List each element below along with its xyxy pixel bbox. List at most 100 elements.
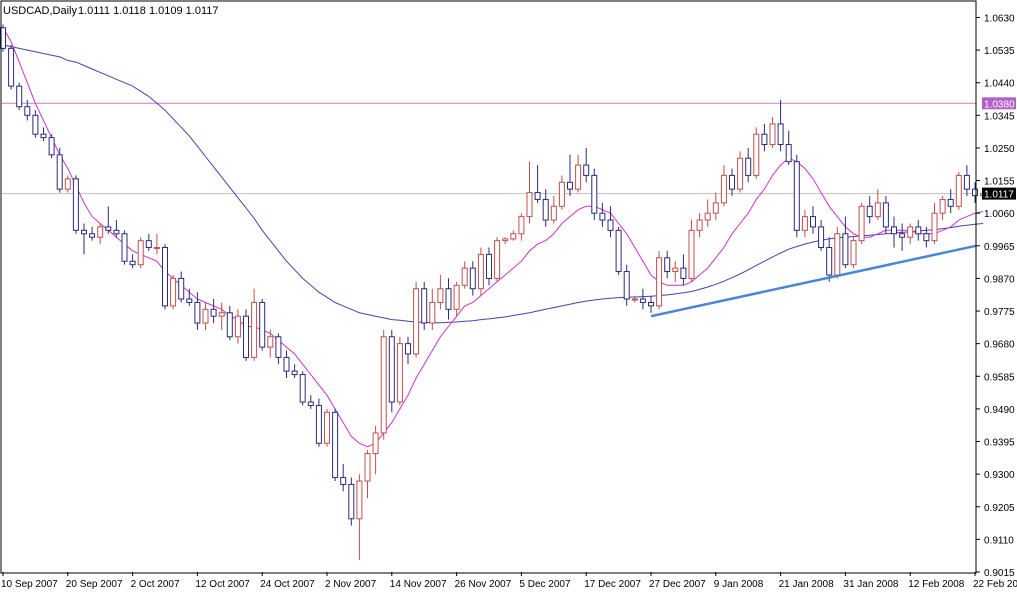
candle-body: [234, 315, 241, 338]
candle-body: [834, 233, 841, 276]
current-price-tag-label: 1.0117: [984, 190, 1014, 201]
candle-body: [243, 315, 249, 358]
candle[interactable]: [753, 127, 760, 179]
candle-body: [810, 216, 816, 228]
candle-body: [542, 198, 549, 221]
x-tick-label: 5 Dec 2007: [519, 579, 571, 590]
x-tick-label: 31 Jan 2008: [843, 579, 898, 590]
candle-body: [32, 114, 39, 135]
candle-body: [963, 174, 970, 190]
candle[interactable]: [324, 408, 330, 447]
resistance-price-tag-label: 1.0380: [984, 99, 1015, 110]
candle[interactable]: [477, 247, 484, 296]
candle-body: [769, 123, 776, 145]
candle[interactable]: [834, 226, 841, 279]
candle-body: [575, 164, 582, 190]
x-tick-label: 14 Nov 2007: [390, 579, 447, 590]
candle[interactable]: [413, 281, 420, 358]
candle[interactable]: [494, 237, 501, 282]
candle[interactable]: [850, 237, 857, 269]
candle[interactable]: [656, 250, 663, 310]
candle-body: [761, 133, 768, 145]
chart-symbol-label: USDCAD,Daily: [3, 5, 77, 17]
candle[interactable]: [121, 230, 128, 265]
candle[interactable]: [955, 171, 962, 210]
candle[interactable]: [162, 244, 168, 310]
candle[interactable]: [591, 168, 598, 221]
candle[interactable]: [421, 281, 428, 330]
candle-body: [874, 202, 881, 218]
candle-body: [332, 411, 339, 479]
candle[interactable]: [348, 477, 355, 526]
candle[interactable]: [793, 154, 800, 238]
candle-body: [745, 157, 752, 176]
candle[interactable]: [299, 371, 306, 406]
candle-body: [850, 240, 857, 266]
current-price-tag: 1.0117: [982, 187, 1016, 201]
candle-body: [97, 226, 104, 238]
x-tick-label: 24 Oct 2007: [260, 579, 315, 590]
candle-body: [923, 233, 930, 242]
candle-body: [939, 198, 946, 214]
candle-body: [866, 205, 873, 218]
candle-body: [453, 284, 460, 310]
candle[interactable]: [72, 175, 79, 234]
candle[interactable]: [243, 309, 249, 361]
candle-body: [534, 192, 541, 200]
candle-body: [469, 267, 476, 290]
x-tick-label: 20 Sep 2007: [66, 579, 123, 590]
candle-body: [639, 298, 646, 303]
candle[interactable]: [170, 274, 177, 310]
x-tick-label: 27 Dec 2007: [649, 579, 706, 590]
y-tick-label: 0.9775: [984, 307, 1015, 318]
candle[interactable]: [858, 202, 865, 245]
candle-body: [421, 288, 428, 324]
candle-body: [899, 233, 906, 238]
candle-body: [607, 219, 614, 231]
chart-ohlc-label: 1.0111 1.0118 1.0109 1.0117: [78, 5, 218, 17]
candle[interactable]: [56, 147, 63, 193]
candle-body: [915, 226, 922, 235]
candle[interactable]: [48, 134, 55, 159]
candle-body: [826, 247, 833, 276]
x-tick-label: 10 Sep 2007: [1, 579, 58, 590]
candle[interactable]: [396, 336, 403, 406]
candle[interactable]: [259, 299, 266, 351]
candle-body: [267, 336, 274, 348]
y-tick-label: 0.9300: [984, 470, 1015, 481]
candle-body: [251, 301, 258, 358]
candle[interactable]: [388, 329, 395, 413]
candle[interactable]: [315, 398, 322, 447]
candle-body: [89, 233, 96, 238]
candle[interactable]: [137, 237, 144, 269]
y-tick-label: 0.9205: [984, 503, 1015, 514]
candle-body: [801, 216, 808, 231]
candle-body: [226, 312, 233, 338]
candle-body: [413, 288, 420, 355]
candle[interactable]: [332, 408, 339, 482]
y-tick-label: 1.0630: [984, 13, 1015, 24]
candle-body: [947, 198, 954, 207]
candle-body: [210, 308, 217, 317]
y-tick-label: 1.0345: [984, 111, 1015, 122]
candle-body: [145, 240, 152, 249]
candle-body: [591, 174, 598, 214]
candle-body: [720, 174, 727, 204]
candle-body: [40, 133, 47, 139]
candle-body: [405, 343, 411, 355]
candle[interactable]: [615, 226, 622, 275]
chart-container[interactable]: 1.0630 1.0535 1.0440 1.0345 1.0250 1.0155 1.00…: [0, 0, 1017, 591]
y-tick-label: 1.0155: [984, 177, 1015, 188]
candle-body: [380, 336, 387, 434]
candle-body: [777, 123, 784, 145]
candlestick-chart[interactable]: 1.0630 1.0535 1.0440 1.0345 1.0250 1.0155 1.00…: [0, 0, 1017, 591]
candle-body: [445, 288, 452, 310]
candle-body: [388, 336, 395, 403]
candle-body: [486, 253, 492, 279]
candle-body: [583, 164, 590, 176]
candle-body: [842, 233, 849, 266]
candle[interactable]: [380, 329, 387, 440]
candle[interactable]: [16, 82, 23, 111]
candle[interactable]: [8, 44, 15, 90]
candle-body: [153, 247, 160, 250]
